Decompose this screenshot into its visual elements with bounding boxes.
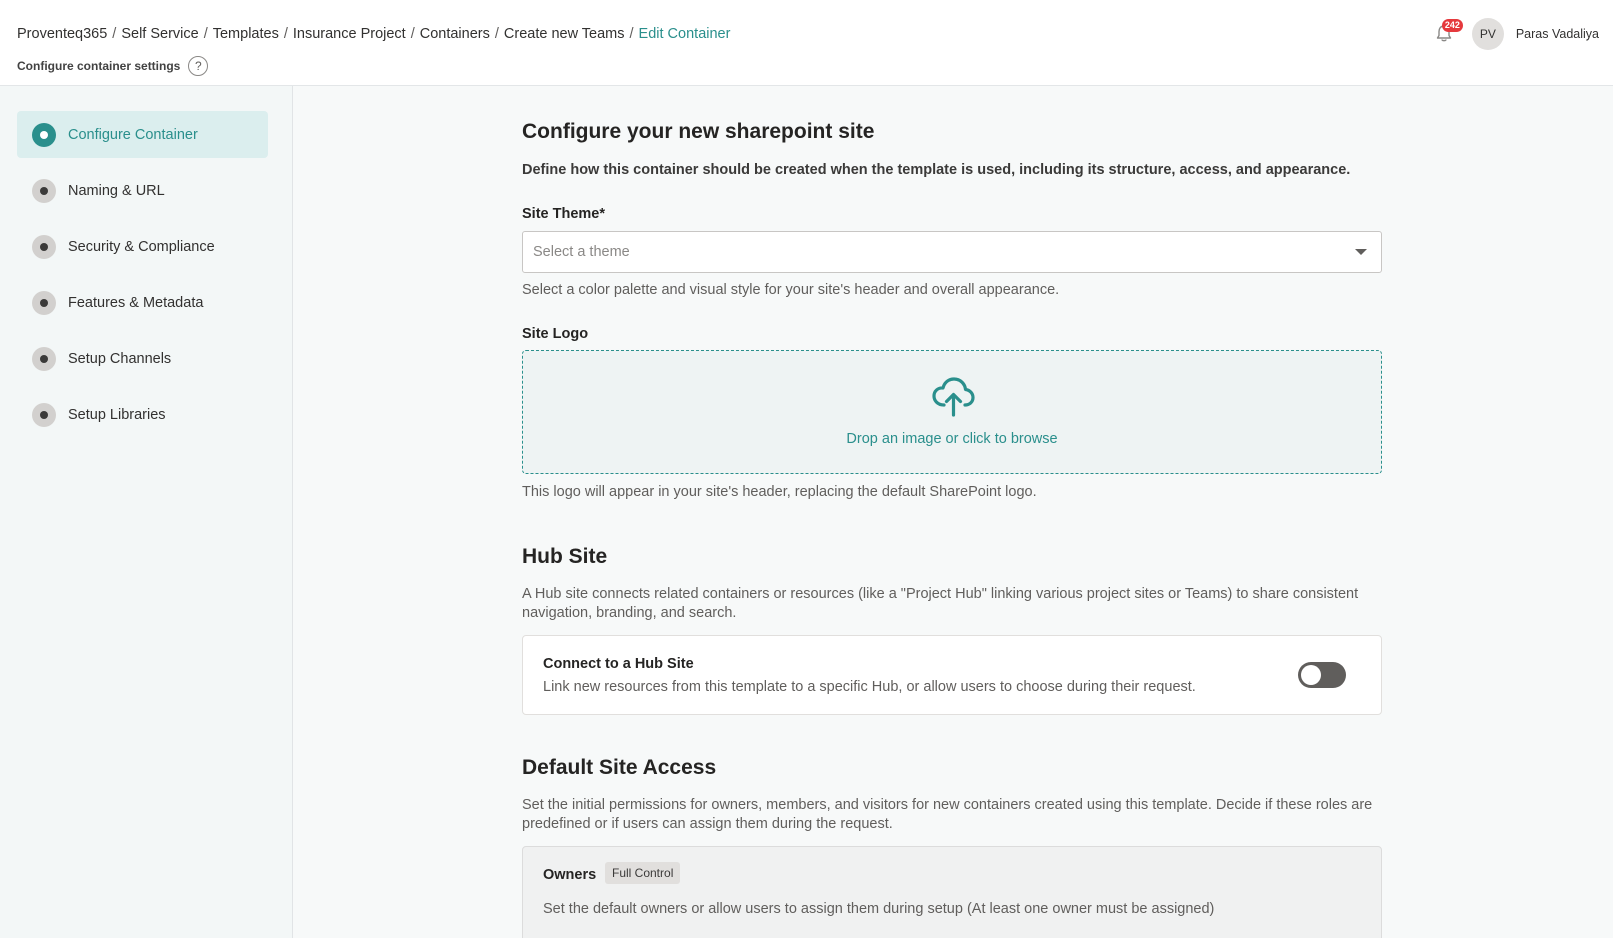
hub-card-description: Link new resources from this template to… (543, 679, 1196, 695)
chevron-down-icon (1355, 249, 1367, 255)
breadcrumb-separator: / (283, 26, 288, 42)
breadcrumb-current: Edit Container (638, 26, 731, 42)
sidebar-item-configure-container[interactable]: Configure Container (17, 111, 268, 158)
cloud-upload-icon (932, 377, 975, 417)
step-icon (32, 178, 56, 203)
breadcrumb-separator: / (112, 26, 117, 42)
owners-label: Owners (543, 867, 597, 883)
logo-dropzone[interactable]: Drop an image or click to browse (522, 350, 1382, 474)
breadcrumb-item-proventeq365[interactable]: Proventeq365 (17, 26, 107, 42)
page-title: Configure your new sharepoint site (522, 120, 875, 143)
breadcrumb-item-containers[interactable]: Containers (420, 26, 490, 42)
sidebar-item-setup-channels[interactable]: Setup Channels (17, 335, 268, 382)
page-subtitle-text: Configure container settings (17, 59, 181, 73)
default-access-description: Set the initial permissions for owners, … (522, 797, 1373, 832)
breadcrumb-separator: / (203, 26, 208, 42)
step-active-icon (32, 122, 56, 147)
step-icon (32, 290, 56, 315)
site-theme-hint: Select a color palette and visual style … (522, 282, 1060, 298)
owners-description: Set the default owners or allow users to… (543, 901, 1215, 917)
notification-badge: 242 (1441, 19, 1463, 32)
hub-site-toggle[interactable] (1298, 662, 1346, 688)
site-theme-select[interactable]: Select a theme (522, 231, 1382, 273)
hub-site-title: Hub Site (522, 545, 608, 568)
step-icon (32, 346, 56, 371)
site-theme-placeholder: Select a theme (533, 244, 630, 260)
site-logo-label: Site Logo (522, 326, 589, 342)
breadcrumb-item-templates[interactable]: Templates (213, 26, 279, 42)
user-name[interactable]: Paras Vadaliya (1516, 27, 1599, 41)
sidebar-item-features-metadata[interactable]: Features & Metadata (17, 279, 268, 326)
sidebar: Configure Container Naming & URL Securit… (0, 86, 293, 938)
sidebar-item-label: Setup Channels (68, 350, 172, 367)
page-subtitle: Configure container settings ? (17, 56, 209, 76)
permission-badge: Full Control (605, 862, 681, 884)
breadcrumb-item-self-service[interactable]: Self Service (121, 26, 198, 42)
owners-card: Owners Full Control Set the default owne… (522, 846, 1382, 938)
breadcrumb-item-insurance-project[interactable]: Insurance Project (293, 26, 406, 42)
sidebar-item-label: Configure Container (68, 126, 198, 143)
site-logo-hint: This logo will appear in your site's hea… (522, 484, 1037, 500)
page-lead: Define how this container should be crea… (522, 162, 1351, 178)
hub-site-card: Connect to a Hub Site Link new resources… (522, 635, 1382, 715)
breadcrumb-separator: / (494, 26, 499, 42)
sidebar-item-label: Features & Metadata (68, 294, 204, 311)
sidebar-item-naming-url[interactable]: Naming & URL (17, 167, 268, 214)
step-icon (32, 402, 56, 427)
dropzone-text: Drop an image or click to browse (846, 431, 1058, 447)
breadcrumb-item-create-new-teams[interactable]: Create new Teams (504, 26, 625, 42)
user-area: 242 PV Paras Vadaliya (1432, 17, 1613, 51)
avatar[interactable]: PV (1471, 18, 1504, 50)
default-access-title: Default Site Access (522, 756, 717, 779)
sidebar-item-security-compliance[interactable]: Security & Compliance (17, 223, 268, 270)
sidebar-item-label: Naming & URL (68, 182, 165, 199)
breadcrumb-separator: / (629, 26, 634, 42)
hub-site-description: A Hub site connects related containers o… (522, 586, 1359, 621)
help-icon[interactable]: ? (188, 56, 209, 76)
notifications-button[interactable]: 242 (1432, 19, 1463, 46)
sidebar-item-label: Security & Compliance (68, 238, 215, 255)
breadcrumb: Proventeq365/Self Service / Templates / Insu… (17, 26, 730, 42)
hub-card-title: Connect to a Hub Site (543, 656, 694, 672)
site-theme-label: Site Theme* (522, 206, 605, 222)
sidebar-item-label: Setup Libraries (68, 406, 166, 423)
breadcrumb-separator: / (410, 26, 415, 42)
sidebar-item-setup-libraries[interactable]: Setup Libraries (17, 391, 268, 438)
step-icon (32, 234, 56, 259)
top-header: Proventeq365/Self Service / Templates / Insu… (0, 0, 1613, 86)
